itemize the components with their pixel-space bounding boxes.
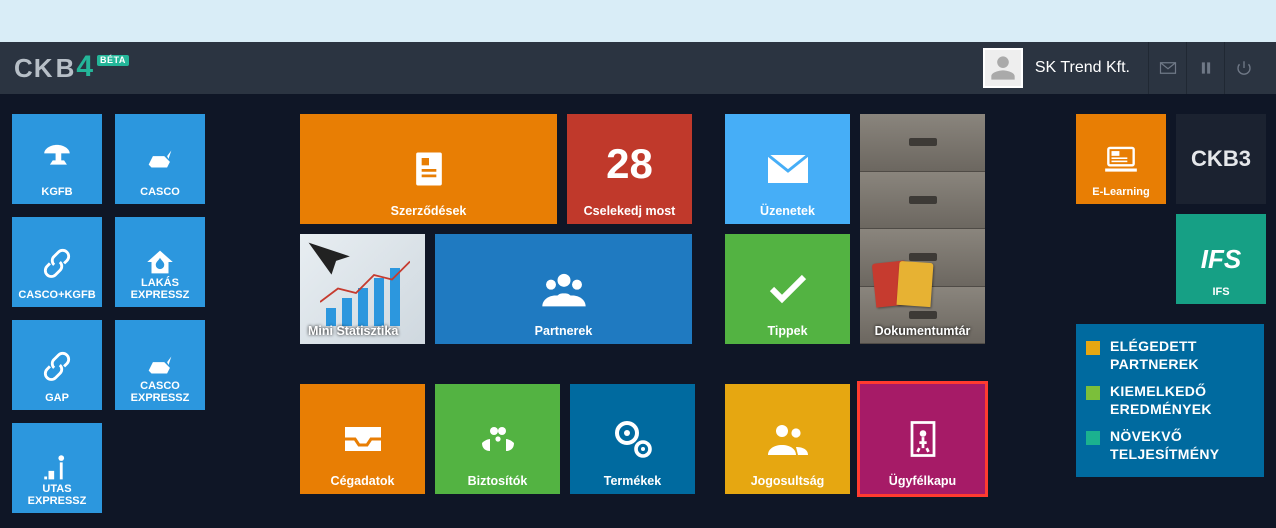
tile-szerzodesek[interactable]: Szerződések	[300, 114, 557, 224]
gears-icon	[609, 415, 657, 463]
crash-car-icon	[143, 348, 177, 382]
bullet-icon	[1086, 341, 1100, 355]
ckb3-text: CKB3	[1191, 146, 1251, 172]
tile-uzenetek[interactable]: Üzenetek	[725, 114, 850, 224]
tile-label: Ügyfélkapu	[860, 474, 985, 488]
tile-label: UTAS EXPRESSZ	[12, 483, 102, 507]
people-icon	[764, 415, 812, 463]
tile-label: CASCO+KGFB	[12, 289, 102, 301]
tile-mini-statisztika[interactable]: Mini Statisztika	[300, 234, 425, 344]
messages-icon[interactable]	[1148, 42, 1186, 94]
tile-jogosultsag[interactable]: Jogosultság	[725, 384, 850, 494]
tile-ifs[interactable]: IFS IFS	[1176, 214, 1266, 304]
dashboard: KGFB CASCO CASCO+KGFB LAKÁS EXPRESSZ GAP…	[0, 94, 1276, 528]
ifs-logo: IFS	[1201, 244, 1241, 275]
umbrella-car-icon	[40, 142, 74, 176]
envelope-icon	[764, 145, 812, 193]
tile-label: Cselekedj most	[567, 204, 692, 218]
tile-lakas-expressz[interactable]: LAKÁS EXPRESSZ	[115, 217, 205, 307]
bullet-icon	[1086, 386, 1100, 400]
side-panel-item: NÖVEKVŐ TELJESÍTMÉNY	[1086, 428, 1254, 463]
cabinet-graphic	[860, 114, 985, 344]
tile-casco[interactable]: CASCO	[115, 114, 205, 204]
logo-beta-badge: BÉTA	[97, 55, 129, 66]
tile-label: Dokumentumtár	[860, 324, 985, 338]
tile-label: Tippek	[725, 324, 850, 338]
traveler-icon	[40, 451, 74, 485]
side-panel: ELÉGEDETT PARTNEREK KIEMELKEDŐ EREDMÉNYE…	[1076, 324, 1264, 477]
tile-label: CASCO EXPRESSZ	[115, 380, 205, 404]
avatar[interactable]	[983, 48, 1023, 88]
header-right: SK Trend Kft.	[983, 42, 1262, 94]
document-icon	[407, 147, 451, 191]
tile-label: Termékek	[570, 474, 695, 488]
tile-label: Partnerek	[435, 324, 692, 338]
count-badge: 28	[606, 140, 653, 188]
pause-icon[interactable]	[1186, 42, 1224, 94]
tile-casco-kgfb[interactable]: CASCO+KGFB	[12, 217, 102, 307]
tile-elearning[interactable]: E-Learning	[1076, 114, 1166, 204]
tile-label: Jogosultság	[725, 474, 850, 488]
tile-label: LAKÁS EXPRESSZ	[115, 277, 205, 301]
tile-casco-expressz[interactable]: CASCO EXPRESSZ	[115, 320, 205, 410]
header: CKB4 BÉTA SK Trend Kft.	[0, 42, 1276, 94]
tile-label: Cégadatok	[300, 474, 425, 488]
user-icon	[989, 54, 1017, 82]
tile-termekek[interactable]: Termékek	[570, 384, 695, 494]
logo-four: 4	[76, 52, 93, 82]
tile-kgfb[interactable]: KGFB	[12, 114, 102, 204]
tile-utas-expressz[interactable]: UTAS EXPRESSZ	[12, 423, 102, 513]
tile-biztositok[interactable]: Biztosítók	[435, 384, 560, 494]
tile-label: Üzenetek	[725, 204, 850, 218]
check-icon	[764, 265, 812, 313]
link-icon	[40, 348, 74, 382]
side-panel-item: KIEMELKEDŐ EREDMÉNYEK	[1086, 383, 1254, 418]
crash-car-icon	[143, 142, 177, 176]
house-fire-icon	[143, 245, 177, 279]
user-name[interactable]: SK Trend Kft.	[1035, 59, 1130, 77]
logo-b: B	[56, 55, 75, 81]
tile-label: E-Learning	[1076, 186, 1166, 198]
hands-family-icon	[474, 415, 522, 463]
tile-label: KGFB	[12, 186, 102, 198]
tile-partnerek[interactable]: Partnerek	[435, 234, 692, 344]
inbox-icon	[339, 415, 387, 463]
tile-label: GAP	[12, 392, 102, 404]
tile-cegadatok[interactable]: Cégadatok	[300, 384, 425, 494]
tile-gap[interactable]: GAP	[12, 320, 102, 410]
laptop-icon	[1102, 140, 1140, 178]
side-panel-text: ELÉGEDETT PARTNEREK	[1110, 338, 1254, 373]
people-icon	[538, 263, 590, 315]
side-panel-item: ELÉGEDETT PARTNEREK	[1086, 338, 1254, 373]
tile-label: Mini Statisztika	[308, 324, 425, 338]
tile-ckb3[interactable]: CKB3	[1176, 114, 1266, 204]
power-icon[interactable]	[1224, 42, 1262, 94]
tile-label: CASCO	[115, 186, 205, 198]
notification-bar	[0, 0, 1276, 42]
logo[interactable]: CKB4 BÉTA	[14, 53, 129, 83]
tile-label: Biztosítók	[435, 474, 560, 488]
link-icon	[40, 245, 74, 279]
tile-label: IFS	[1176, 286, 1266, 298]
side-panel-text: KIEMELKEDŐ EREDMÉNYEK	[1110, 383, 1254, 418]
tile-dokumentumtar[interactable]: Dokumentumtár	[860, 114, 985, 344]
side-panel-text: NÖVEKVŐ TELJESÍTMÉNY	[1110, 428, 1254, 463]
logo-ck: CK	[14, 55, 54, 81]
tile-tippek[interactable]: Tippek	[725, 234, 850, 344]
tile-label: Szerződések	[300, 204, 557, 218]
person-door-icon	[901, 417, 945, 461]
tile-cselekedj-most[interactable]: 28 Cselekedj most	[567, 114, 692, 224]
bullet-icon	[1086, 431, 1100, 445]
tile-ugyfelkapu[interactable]: Ügyfélkapu	[860, 384, 985, 494]
